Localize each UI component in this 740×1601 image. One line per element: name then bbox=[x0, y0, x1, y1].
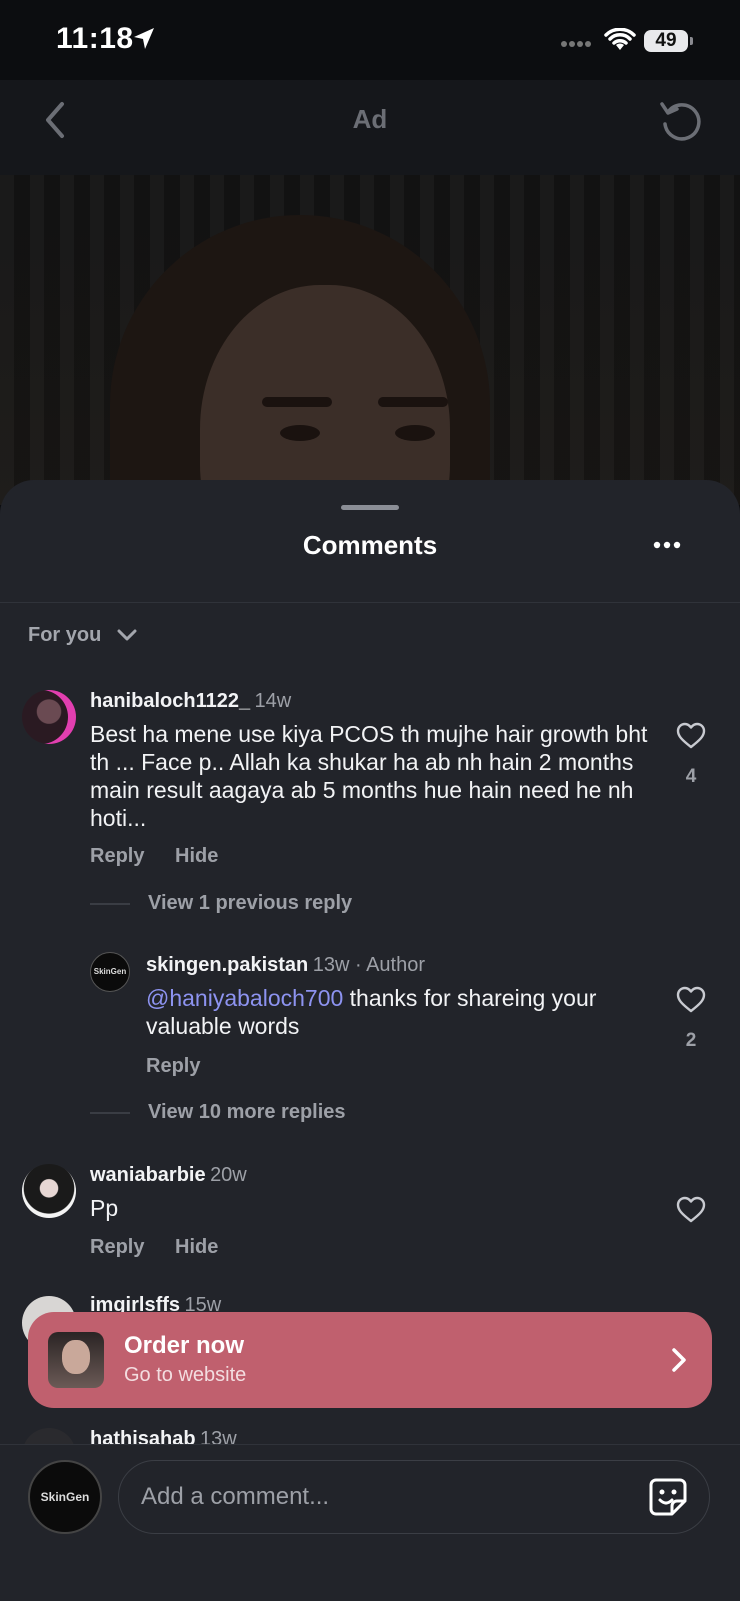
refresh-icon[interactable] bbox=[658, 98, 704, 144]
video-eyebrow-left bbox=[262, 397, 332, 407]
hide-button[interactable]: Hide bbox=[175, 1236, 218, 1259]
avatar[interactable] bbox=[22, 1164, 76, 1218]
status-time: 11:18 bbox=[56, 22, 134, 55]
comment-header: hanibaloch1122_ 14w bbox=[90, 690, 291, 713]
cta-title: Order now bbox=[124, 1332, 245, 1359]
battery-indicator: 49 bbox=[644, 30, 688, 52]
filter-dropdown-label[interactable]: For you bbox=[28, 624, 101, 647]
heart-icon[interactable] bbox=[676, 1196, 706, 1224]
ad-thumbnail bbox=[48, 1332, 104, 1388]
reply-button[interactable]: Reply bbox=[146, 1055, 200, 1078]
sheet-title: Comments bbox=[302, 530, 438, 560]
video-eyebrow-right bbox=[378, 397, 448, 407]
thread-line bbox=[90, 1112, 130, 1114]
page-title: Ad bbox=[352, 104, 388, 134]
avatar[interactable] bbox=[22, 690, 76, 744]
video-eye-left bbox=[280, 425, 320, 441]
video-eye-right bbox=[395, 425, 435, 441]
like-count: 4 bbox=[685, 766, 697, 787]
reply-like-count: 2 bbox=[685, 1030, 697, 1051]
hide-button[interactable]: Hide bbox=[175, 845, 218, 868]
chevron-right-icon bbox=[672, 1348, 686, 1372]
thread-line bbox=[90, 903, 130, 905]
comment-username[interactable]: hanibaloch1122_ bbox=[90, 690, 250, 712]
reply-avatar[interactable]: SkinGen bbox=[90, 952, 130, 992]
order-now-banner[interactable]: Order now Go to website bbox=[28, 1312, 712, 1408]
composer-avatar[interactable]: SkinGen bbox=[28, 1460, 102, 1534]
more-options-icon[interactable] bbox=[652, 540, 682, 550]
comment-time: 20w bbox=[210, 1164, 247, 1186]
comment-input[interactable] bbox=[118, 1460, 710, 1534]
reply-text: @haniyabaloch700 thanks for shareing you… bbox=[146, 984, 646, 1040]
reply-button[interactable]: Reply bbox=[90, 1236, 144, 1259]
cellular-signal-icon bbox=[561, 41, 591, 47]
reply-button[interactable]: Reply bbox=[90, 845, 144, 868]
sheet-grabber[interactable] bbox=[341, 505, 399, 510]
thumbnail-face bbox=[62, 1340, 90, 1374]
status-bar: 11:18 49 bbox=[0, 0, 740, 80]
comment-header: waniabarbie 20w bbox=[90, 1164, 247, 1187]
reply-username[interactable]: skingen.pakistan bbox=[146, 954, 308, 976]
ad-video-background[interactable] bbox=[0, 175, 740, 505]
cta-subtitle: Go to website bbox=[124, 1364, 247, 1386]
comment-text: Best ha mene use kiya PCOS th mujhe hair… bbox=[90, 721, 648, 831]
header-divider bbox=[0, 602, 740, 603]
battery-tip bbox=[690, 37, 693, 45]
heart-icon[interactable] bbox=[676, 986, 706, 1014]
comment-username[interactable]: waniabarbie bbox=[90, 1164, 206, 1186]
heart-icon[interactable] bbox=[676, 722, 706, 750]
wifi-icon bbox=[604, 28, 636, 50]
location-arrow-icon bbox=[134, 28, 154, 49]
reply-header: skingen.pakistan 13w · Author bbox=[146, 954, 425, 977]
view-previous-replies-button[interactable]: View 1 previous reply bbox=[148, 892, 352, 915]
reply-mention[interactable]: @haniyabaloch700 bbox=[146, 985, 343, 1011]
view-more-replies-button[interactable]: View 10 more replies bbox=[148, 1101, 346, 1124]
sticker-icon[interactable] bbox=[648, 1477, 688, 1517]
chevron-down-icon[interactable] bbox=[116, 628, 138, 642]
comment-time: 14w bbox=[254, 690, 292, 712]
reply-meta: 13w · Author bbox=[312, 954, 426, 976]
comment-text: Pp bbox=[90, 1195, 119, 1221]
